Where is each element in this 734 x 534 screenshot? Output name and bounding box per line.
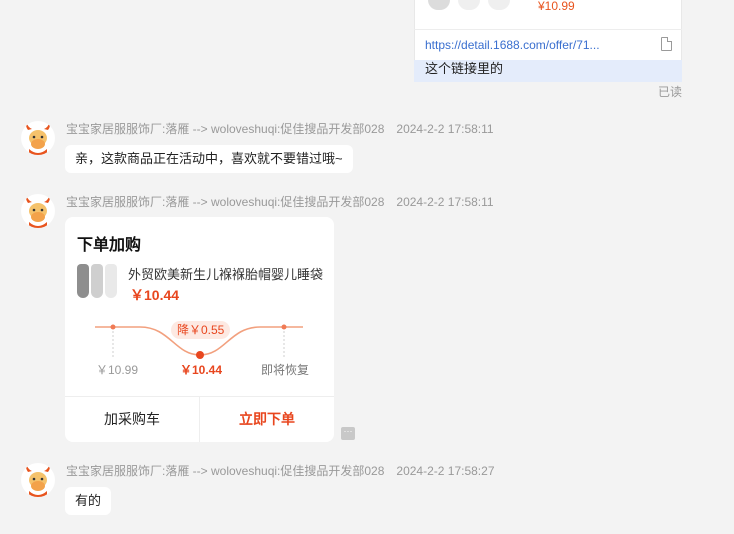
message-meta: 宝宝家居服服饰厂:落雁 --> woloveshuqi:促佳搜品开发部028 20… xyxy=(66,120,494,137)
read-status: 已读 xyxy=(657,85,682,99)
product-name[interactable]: 外贸欧美新生儿褓褓胎帽婴儿睡袋 xyxy=(128,264,323,283)
order-card-actions: 加采购车 立即下单 xyxy=(65,396,334,442)
message-time: 2024-2-2 17:58:11 xyxy=(396,195,494,209)
message-meta: 宝宝家居服服饰厂:落雁 --> woloveshuqi:促佳搜品开发部028 20… xyxy=(66,193,494,210)
more-dots-icon[interactable]: ··· xyxy=(341,427,355,440)
order-card[interactable]: 下单加购 外贸欧美新生儿褓褓胎帽婴儿睡袋 ￥10.44 降￥0.55 ￥10.9… xyxy=(65,217,334,442)
outgoing-product-price: ¥10.99 xyxy=(538,0,575,13)
message-time: 2024-2-2 17:58:11 xyxy=(396,122,494,136)
outgoing-message-text: 这个链接里的 xyxy=(414,60,682,82)
onesie-thumb xyxy=(428,0,450,10)
sender-name: 宝宝家居服服饰厂:落雁 --> woloveshuqi:促佳搜品开发部028 xyxy=(66,122,385,136)
product-image[interactable] xyxy=(77,264,119,302)
restore-label: 即将恢复 xyxy=(261,363,310,377)
onesie-thumb xyxy=(488,0,510,10)
document-icon[interactable] xyxy=(661,37,672,51)
divider xyxy=(414,29,682,30)
product-price: ￥10.44 xyxy=(130,287,180,303)
restore-point xyxy=(281,324,287,330)
onesie-thumb xyxy=(77,264,89,298)
current-price-label: ￥10.44 xyxy=(180,363,223,377)
order-card-title: 下单加购 xyxy=(77,237,142,254)
chat-window: ¥10.99 https://detail.1688.com/offer/71.… xyxy=(0,0,734,534)
onesie-thumb xyxy=(105,264,117,298)
cow-avatar-icon[interactable] xyxy=(21,121,55,155)
sender-name: 宝宝家居服服饰厂:落雁 --> woloveshuqi:促佳搜品开发部028 xyxy=(66,464,385,478)
price-drop-badge: 降￥0.55 xyxy=(171,321,231,339)
message-bubble: 亲，这款商品正在活动中，喜欢就不要错过哦~ xyxy=(65,145,353,173)
sender-name: 宝宝家居服服饰厂:落雁 --> woloveshuqi:促佳搜品开发部028 xyxy=(66,195,385,209)
old-price-point xyxy=(110,324,116,330)
offer-link[interactable]: https://detail.1688.com/offer/71... xyxy=(425,38,645,52)
onesie-thumb xyxy=(458,0,480,10)
message-bubble: 有的 xyxy=(65,487,112,515)
cow-avatar-icon[interactable] xyxy=(21,463,55,497)
message-meta: 宝宝家居服服饰厂:落雁 --> woloveshuqi:促佳搜品开发部028 20… xyxy=(66,462,495,479)
current-price-point xyxy=(196,351,204,359)
old-price-label: ￥10.99 xyxy=(96,363,139,377)
product-thumbnails xyxy=(428,0,510,10)
message-time: 2024-2-2 17:58:27 xyxy=(396,464,495,478)
cow-avatar-icon[interactable] xyxy=(21,194,55,228)
onesie-thumb xyxy=(91,264,103,298)
buy-now-button[interactable]: 立即下单 xyxy=(200,397,334,442)
add-to-cart-button[interactable]: 加采购车 xyxy=(65,397,200,442)
